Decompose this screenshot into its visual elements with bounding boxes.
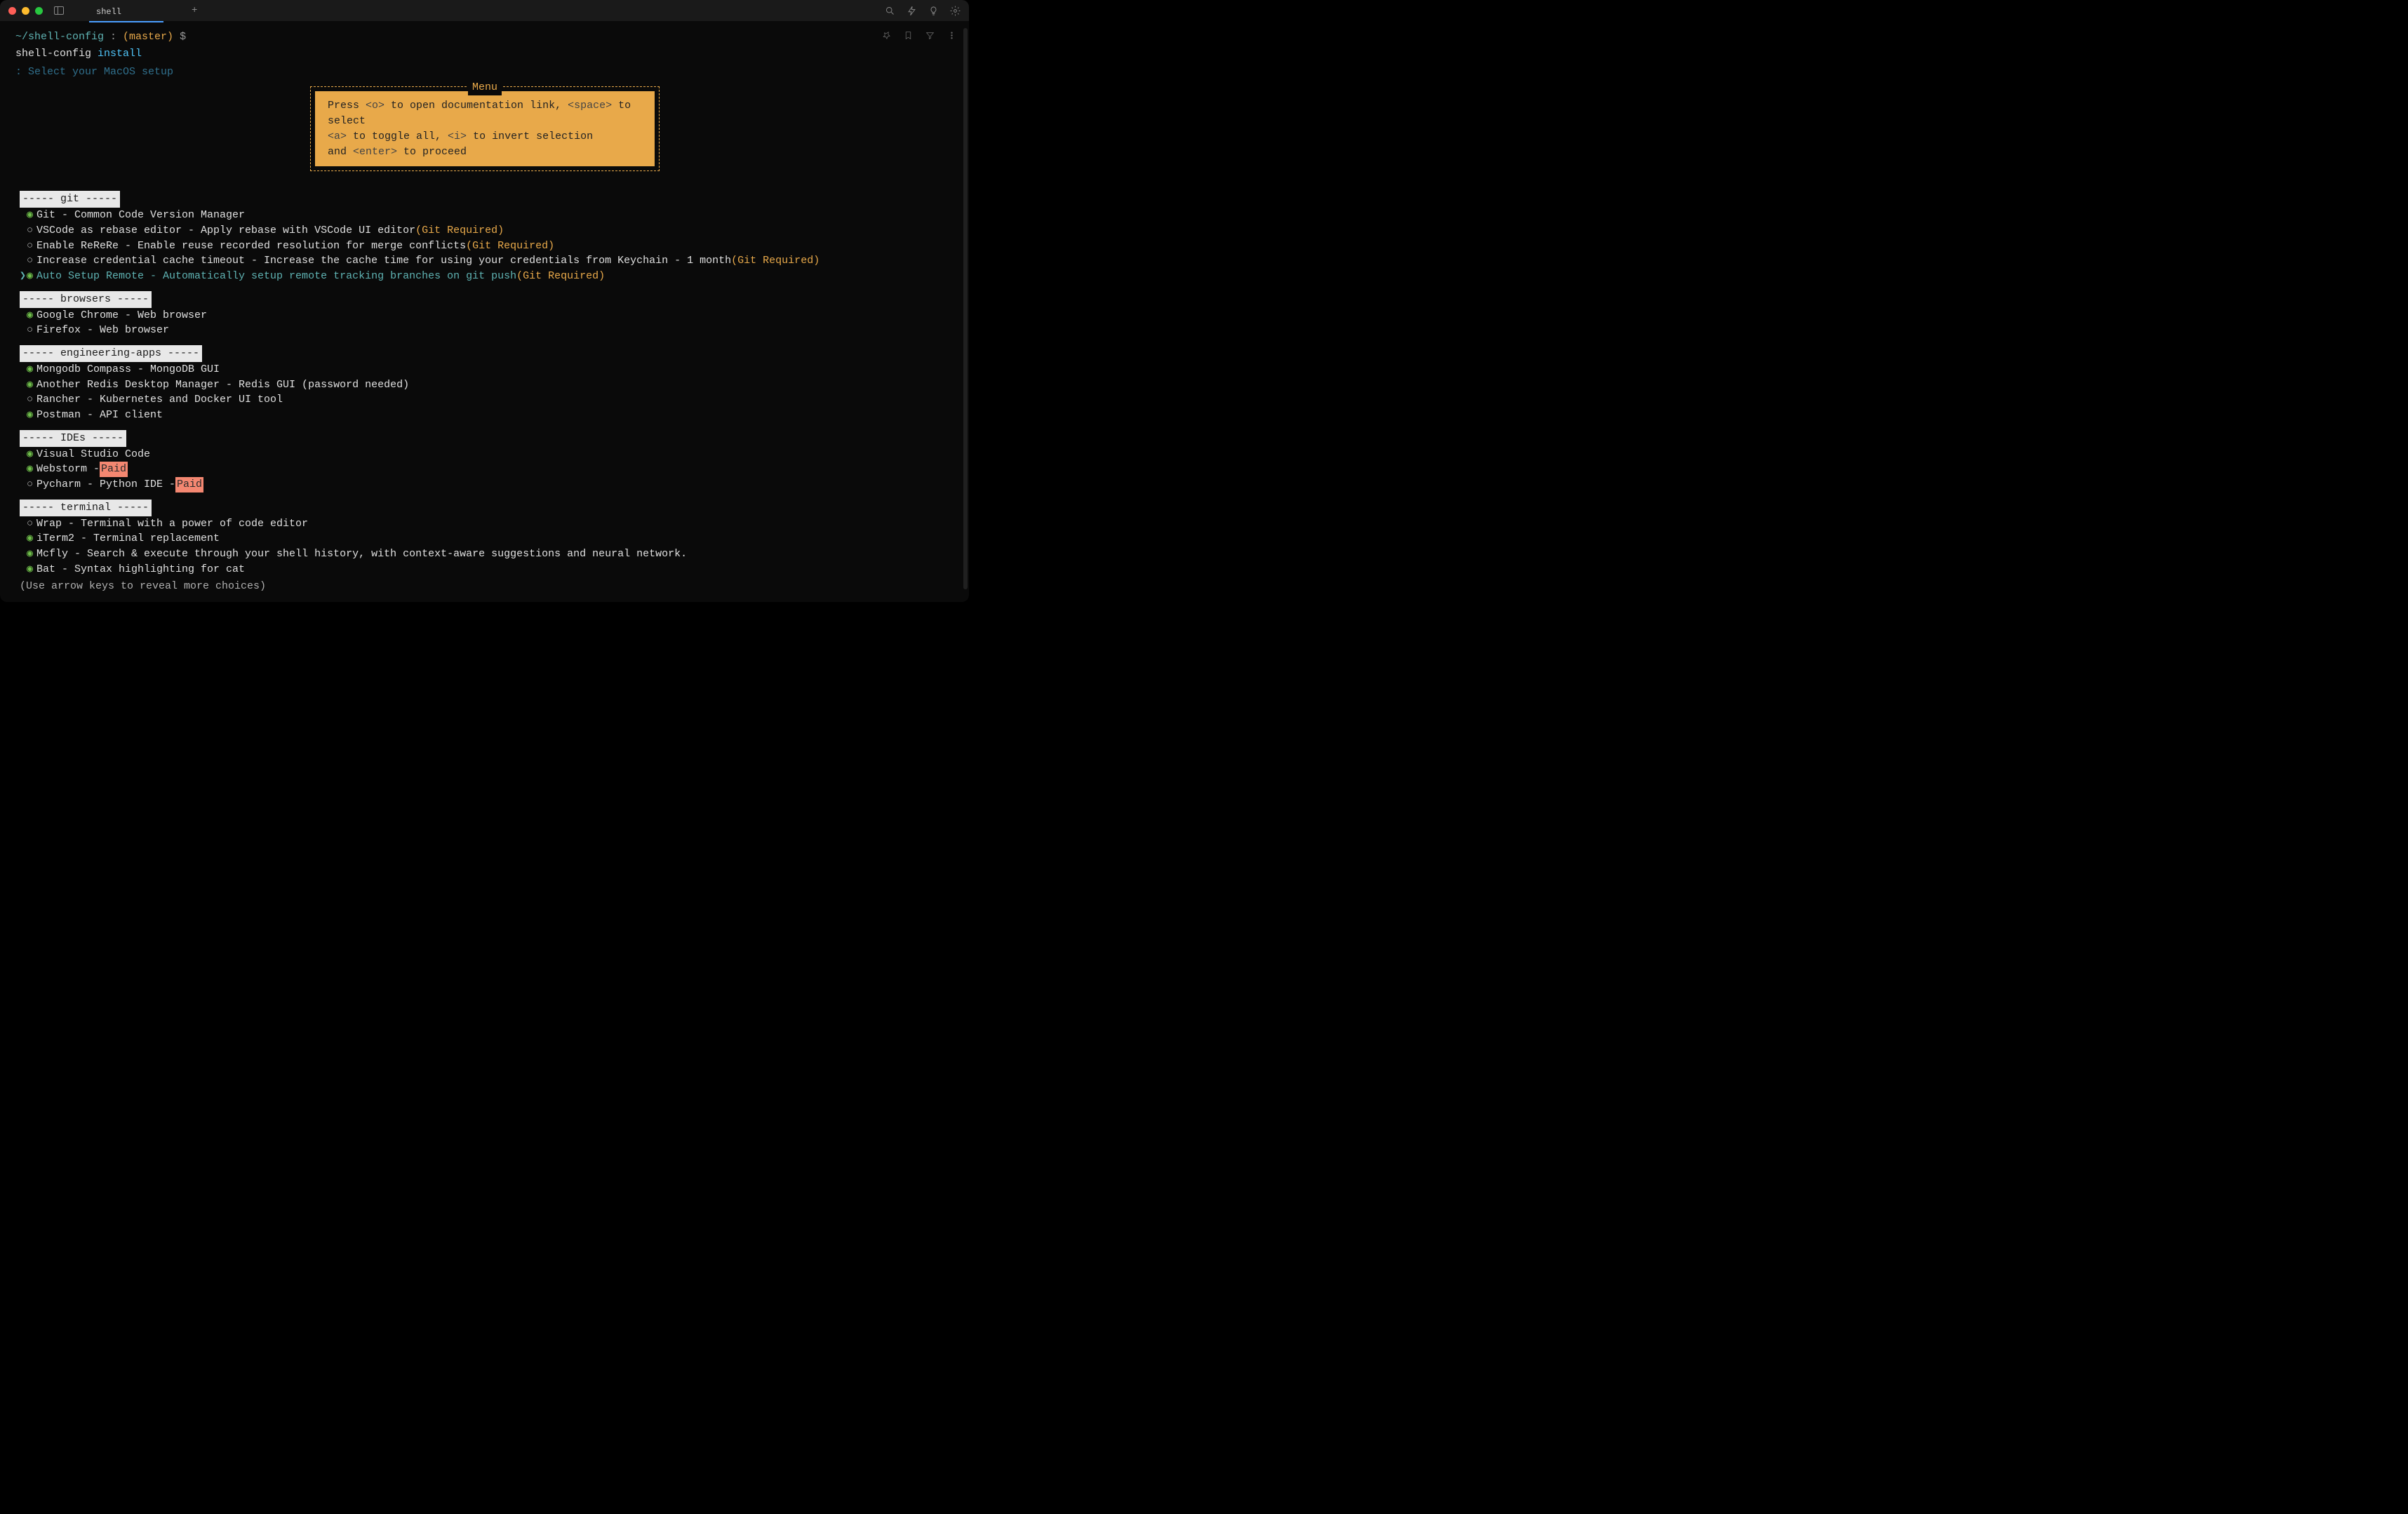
bullet-unselected-icon: ○ (27, 253, 36, 269)
new-tab-button[interactable]: + (192, 5, 197, 16)
minimize-window-button[interactable] (22, 7, 29, 15)
settings-icon[interactable] (950, 6, 961, 16)
bullet-selected-icon: ◉ (27, 308, 36, 323)
titlebar-actions (885, 6, 961, 16)
prompt-line: ~/shell-config : (master) $ (6, 24, 963, 46)
menu-box: Press <o> to open documentation link, <s… (310, 86, 660, 171)
bullet-unselected-icon: ○ (27, 239, 36, 254)
terminal-window: shell + ~/shell-config : (master) $ shel… (0, 0, 969, 602)
bullet-unselected-icon: ○ (27, 392, 36, 408)
item-text: VSCode as rebase editor - Apply rebase w… (36, 223, 415, 239)
item-text: Visual Studio Code (36, 447, 150, 462)
bullet-unselected-icon: ○ (27, 477, 36, 493)
bullet-selected-icon: ◉ (27, 462, 36, 477)
titlebar: shell + (0, 0, 969, 21)
item-text: Firefox - Web browser (36, 323, 169, 338)
truncated-output: : Select your MacOS setup (6, 65, 963, 80)
panel-toggle-icon[interactable] (54, 6, 64, 15)
section-header: ----- engineering-apps ----- (20, 345, 202, 362)
bullet-unselected-icon: ○ (27, 223, 36, 239)
item-text: Google Chrome - Web browser (36, 308, 207, 323)
item-text: Mcfly - Search & execute through your sh… (36, 547, 687, 562)
bullet-selected-icon: ◉ (27, 208, 36, 223)
traffic-lights (8, 7, 43, 15)
list-item[interactable]: ◉ Google Chrome - Web browser (6, 308, 963, 323)
item-text: Pycharm - Python IDE - (36, 477, 175, 493)
item-text: Bat - Syntax highlighting for cat (36, 562, 245, 577)
item-suffix: (Git Required) (516, 269, 605, 284)
list-item[interactable]: ○ Firefox - Web browser (6, 323, 963, 338)
prompt-branch: (master) (123, 31, 173, 43)
prompt-dollar: $ (173, 31, 186, 43)
list-item[interactable]: ○ VSCode as rebase editor - Apply rebase… (6, 223, 963, 239)
bullet-selected-icon: ◉ (27, 547, 36, 562)
close-window-button[interactable] (8, 7, 16, 15)
bulb-icon[interactable] (928, 6, 939, 16)
bullet-selected-icon: ◉ (27, 447, 36, 462)
list-item[interactable]: ◉ Mcfly - Search & execute through your … (6, 547, 963, 562)
list-item[interactable]: ◉ Postman - API client (6, 408, 963, 423)
section-header: ----- IDEs ----- (20, 430, 126, 447)
terminal-content[interactable]: ~/shell-config : (master) $ shell-config… (0, 21, 969, 602)
list-item[interactable]: ○ Wrap - Terminal with a power of code e… (6, 516, 963, 532)
item-text: Mongodb Compass - MongoDB GUI (36, 362, 220, 377)
item-text: Auto Setup Remote - Automatically setup … (36, 269, 516, 284)
list-item[interactable]: ◉ Git - Common Code Version Manager (6, 208, 963, 223)
section-header: ----- browsers ----- (20, 291, 152, 308)
list-item[interactable]: ◉ iTerm2 - Terminal replacement (6, 531, 963, 547)
list-item[interactable]: ○ Increase credential cache timeout - In… (6, 253, 963, 269)
bullet-unselected-icon: ○ (27, 323, 36, 338)
bullet-selected-icon: ◉ (27, 362, 36, 377)
item-text: Webstorm - (36, 462, 100, 477)
list-item[interactable]: ◉ Mongodb Compass - MongoDB GUI (6, 362, 963, 377)
list-item[interactable]: ◉ Bat - Syntax highlighting for cat (6, 562, 963, 577)
list-item[interactable]: ○ Rancher - Kubernetes and Docker UI too… (6, 392, 963, 408)
item-text: iTerm2 - Terminal replacement (36, 531, 220, 547)
item-text: Another Redis Desktop Manager - Redis GU… (36, 377, 409, 393)
list-item[interactable]: ❯◉ Auto Setup Remote - Automatically set… (6, 269, 963, 284)
item-suffix: (Git Required) (415, 223, 504, 239)
command-exe: shell-config (15, 48, 91, 60)
section-header: ----- git ----- (20, 191, 120, 208)
item-text: Wrap - Terminal with a power of code edi… (36, 516, 308, 532)
bullet-selected-icon: ◉ (27, 377, 36, 393)
sections-list: ----- git ----- ◉ Git - Common Code Vers… (6, 184, 963, 577)
item-suffix: (Git Required) (466, 239, 554, 254)
maximize-window-button[interactable] (35, 7, 43, 15)
list-item[interactable]: ◉ Another Redis Desktop Manager - Redis … (6, 377, 963, 393)
bullet-selected-icon: ◉ (27, 562, 36, 577)
bullet-selected-icon: ◉ (27, 531, 36, 547)
tab-shell[interactable]: shell (89, 3, 163, 22)
list-item[interactable]: ○ Pycharm - Python IDE - Paid (6, 477, 963, 493)
item-text: Git - Common Code Version Manager (36, 208, 245, 223)
item-text: Postman - API client (36, 408, 163, 423)
list-item[interactable]: ○ Enable ReReRe - Enable reuse recorded … (6, 239, 963, 254)
list-item[interactable]: ◉ Webstorm - Paid (6, 462, 963, 477)
section-header: ----- terminal ----- (20, 500, 152, 516)
item-suffix: (Git Required) (731, 253, 820, 269)
search-icon[interactable] (885, 6, 895, 16)
item-text: Increase credential cache timeout - Incr… (36, 253, 731, 269)
bullet-selected-icon: ◉ (27, 408, 36, 423)
item-text: Enable ReReRe - Enable reuse recorded re… (36, 239, 466, 254)
command-arg: install (91, 48, 142, 60)
command-line: shell-config install (6, 46, 963, 66)
prompt-path: ~/shell-config (15, 31, 104, 43)
paid-tag: Paid (175, 477, 203, 493)
cursor-indicator: ❯ (20, 269, 27, 284)
bullet-unselected-icon: ○ (27, 516, 36, 532)
menu-instructions: Press <o> to open documentation link, <s… (315, 91, 655, 166)
bullet-selected-icon: ◉ (27, 269, 36, 284)
paid-tag: Paid (100, 462, 128, 477)
list-item[interactable]: ◉ Visual Studio Code (6, 447, 963, 462)
bolt-icon[interactable] (907, 6, 917, 16)
footer-hint: (Use arrow keys to reveal more choices) (6, 577, 963, 596)
item-text: Rancher - Kubernetes and Docker UI tool (36, 392, 283, 408)
scrollbar[interactable] (963, 28, 968, 589)
